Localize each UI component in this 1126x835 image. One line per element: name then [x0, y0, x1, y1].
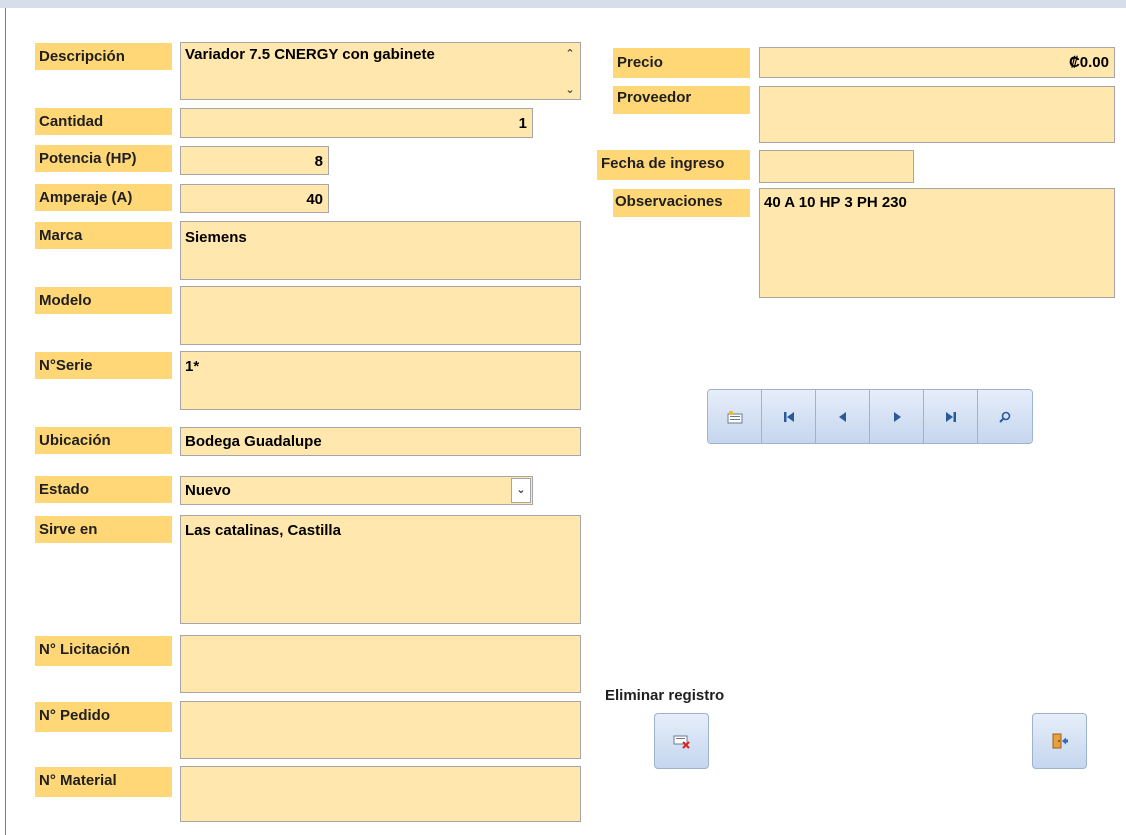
label-ubicacion: Ubicación	[35, 427, 172, 454]
label-precio: Precio	[613, 48, 750, 78]
scroll-up-icon[interactable]: ⌃	[560, 47, 580, 61]
label-cantidad: Cantidad	[35, 108, 172, 135]
delete-record-caption: Eliminar registro	[605, 687, 725, 704]
material-field[interactable]	[180, 766, 581, 822]
precio-field[interactable]: ₡0.00	[759, 47, 1115, 78]
record-navigation	[707, 389, 1033, 444]
label-proveedor: Proveedor	[613, 86, 750, 114]
find-button[interactable]	[978, 390, 1032, 443]
label-potencia: Potencia (HP)	[35, 145, 172, 172]
label-marca: Marca	[35, 222, 172, 249]
exit-button[interactable]	[1032, 713, 1087, 769]
delete-record-icon	[673, 735, 690, 749]
label-observaciones: Observaciones	[613, 189, 750, 217]
previous-record-icon	[838, 411, 846, 422]
form-left-border	[5, 8, 6, 835]
label-sirve-en: Sirve en	[35, 516, 172, 543]
serie-field[interactable]: 1*	[180, 351, 581, 410]
amperaje-field[interactable]: 40	[180, 184, 329, 213]
window-top-bar	[0, 0, 1126, 8]
scroll-down-icon[interactable]: ⌄	[560, 83, 580, 97]
sirve-en-field[interactable]: Las catalinas, Castilla	[180, 515, 581, 624]
pedido-field[interactable]	[180, 701, 581, 759]
first-record-button[interactable]	[762, 390, 816, 443]
label-material: N° Material	[35, 767, 172, 797]
exit-door-icon	[1052, 733, 1068, 749]
marca-field[interactable]: Siemens	[180, 221, 581, 280]
find-icon	[999, 411, 1011, 423]
delete-record-button[interactable]	[654, 713, 709, 769]
label-licitacion: N° Licitación	[35, 636, 172, 666]
next-record-icon	[893, 411, 901, 422]
estado-select[interactable]: Nuevo ⌄	[180, 476, 533, 505]
last-record-icon	[945, 411, 956, 422]
estado-value: Nuevo	[185, 482, 231, 499]
label-descripcion: Descripción	[35, 43, 172, 70]
fecha-ingreso-field[interactable]	[759, 150, 914, 183]
label-pedido: N° Pedido	[35, 702, 172, 732]
first-record-icon	[783, 411, 794, 422]
modelo-field[interactable]	[180, 286, 581, 345]
descripcion-field[interactable]: Variador 7.5 CNERGY con gabinete ⌃ ⌄	[180, 42, 581, 100]
cantidad-field[interactable]: 1	[180, 108, 533, 138]
last-record-button[interactable]	[924, 390, 978, 443]
next-record-button[interactable]	[870, 390, 924, 443]
proveedor-field[interactable]	[759, 86, 1115, 143]
label-fecha-ingreso: Fecha de ingreso	[597, 150, 750, 180]
label-amperaje: Amperaje (A)	[35, 184, 172, 211]
new-record-button[interactable]	[708, 390, 762, 443]
licitacion-field[interactable]	[180, 635, 581, 693]
label-modelo: Modelo	[35, 287, 172, 314]
label-serie: N°Serie	[35, 352, 172, 379]
chevron-down-icon[interactable]: ⌄	[511, 478, 531, 503]
potencia-field[interactable]: 8	[180, 146, 329, 175]
previous-record-button[interactable]	[816, 390, 870, 443]
ubicacion-field[interactable]: Bodega Guadalupe	[180, 427, 581, 456]
observaciones-field[interactable]: 40 A 10 HP 3 PH 230	[759, 188, 1115, 298]
label-estado: Estado	[35, 476, 172, 503]
descripcion-scrollbar[interactable]: ⌃ ⌄	[560, 43, 580, 99]
new-record-icon	[727, 410, 742, 423]
descripcion-value: Variador 7.5 CNERGY con gabinete	[185, 46, 435, 63]
